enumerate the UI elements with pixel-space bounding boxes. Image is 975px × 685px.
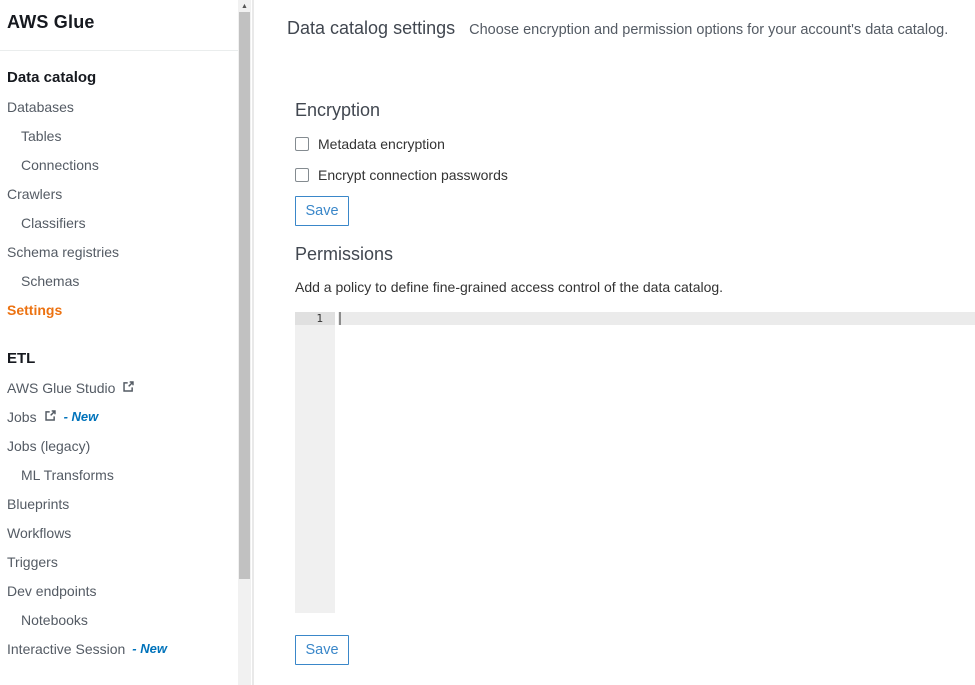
- sidebar-item-ml-transforms[interactable]: ML Transforms: [0, 460, 238, 489]
- sidebar-item-label: Jobs (legacy): [7, 438, 90, 454]
- sidebar-item-label: Connections: [21, 157, 99, 173]
- sidebar-item-label: Interactive Session: [7, 641, 125, 657]
- metadata-encryption-label: Metadata encryption: [318, 136, 445, 152]
- scrollbar-thumb[interactable]: [239, 12, 250, 579]
- app-title: AWS Glue: [7, 10, 238, 34]
- permissions-save-button[interactable]: Save: [295, 635, 349, 665]
- sidebar-item-notebooks[interactable]: Notebooks: [0, 605, 238, 634]
- sidebar-item-label: Schema registries: [7, 244, 119, 260]
- policy-code-editor: 1: [295, 312, 975, 613]
- sidebar-nav: Data catalog Databases Tables Connection…: [0, 63, 238, 663]
- sidebar-item-label: Classifiers: [21, 215, 86, 231]
- sidebar-item-dev-endpoints[interactable]: Dev endpoints: [0, 576, 238, 605]
- permissions-description: Add a policy to define fine-grained acce…: [295, 279, 975, 295]
- permissions-section: Permissions Add a policy to define fine-…: [254, 244, 975, 665]
- sidebar-item-label: Databases: [7, 99, 74, 115]
- sidebar-item-classifiers[interactable]: Classifiers: [0, 208, 238, 237]
- sidebar-item-label: Triggers: [7, 554, 58, 570]
- sidebar-item-triggers[interactable]: Triggers: [0, 547, 238, 576]
- page-subtitle: Choose encryption and permission options…: [469, 22, 948, 38]
- encrypt-passwords-checkbox[interactable]: [295, 168, 309, 182]
- editor-text-area[interactable]: [335, 312, 975, 613]
- page: AWS Glue Data catalog Databases Tables C…: [0, 0, 975, 685]
- sidebar-item-label: Schemas: [21, 273, 79, 289]
- page-header: Data catalog settings Choose encryption …: [254, 18, 975, 40]
- sidebar-divider: [0, 50, 238, 51]
- sidebar-scrollbar[interactable]: ▲: [238, 0, 251, 685]
- nav-section-header-etl: ETL: [0, 344, 238, 373]
- sidebar-item-connections[interactable]: Connections: [0, 150, 238, 179]
- editor-line-number-gutter: 1: [295, 312, 335, 613]
- sidebar-item-workflows[interactable]: Workflows: [0, 518, 238, 547]
- sidebar-item-label: ML Transforms: [21, 467, 114, 483]
- sidebar: AWS Glue Data catalog Databases Tables C…: [0, 0, 238, 685]
- encryption-save-button[interactable]: Save: [295, 196, 349, 226]
- permissions-heading: Permissions: [295, 244, 975, 264]
- editor-active-line-highlight: [338, 312, 975, 325]
- external-link-icon: [44, 409, 57, 422]
- new-badge: - New: [64, 409, 99, 424]
- sidebar-item-interactive-session[interactable]: Interactive Session - New: [0, 634, 238, 663]
- sidebar-item-crawlers[interactable]: Crawlers: [0, 179, 238, 208]
- main-content: Data catalog settings Choose encryption …: [254, 0, 975, 685]
- page-title: Data catalog settings: [287, 18, 455, 39]
- sidebar-item-schema-registries[interactable]: Schema registries: [0, 237, 238, 266]
- sidebar-item-label: Settings: [7, 302, 62, 318]
- sidebar-item-label: Dev endpoints: [7, 583, 97, 599]
- encryption-heading: Encryption: [295, 100, 975, 120]
- sidebar-item-tables[interactable]: Tables: [0, 121, 238, 150]
- sidebar-item-label: Tables: [21, 128, 61, 144]
- sidebar-item-label: Workflows: [7, 525, 71, 541]
- sidebar-item-label: Notebooks: [21, 612, 88, 628]
- sidebar-item-schemas[interactable]: Schemas: [0, 266, 238, 295]
- encrypt-passwords-label: Encrypt connection passwords: [318, 167, 508, 183]
- sidebar-item-jobs[interactable]: Jobs - New: [0, 402, 238, 431]
- scrollbar-up-arrow-icon[interactable]: ▲: [238, 0, 251, 12]
- metadata-encryption-checkbox[interactable]: [295, 137, 309, 151]
- sidebar-item-label: Jobs: [7, 409, 37, 425]
- nav-section-header-data-catalog: Data catalog: [0, 63, 238, 92]
- sidebar-item-label: Blueprints: [7, 496, 69, 512]
- sidebar-item-label: Crawlers: [7, 186, 62, 202]
- metadata-encryption-row: Metadata encryption: [295, 136, 975, 152]
- sidebar-item-databases[interactable]: Databases: [0, 92, 238, 121]
- editor-text-cursor: [339, 312, 341, 325]
- new-badge: - New: [132, 641, 167, 656]
- editor-line-number: 1: [295, 312, 335, 325]
- encryption-section: Encryption Metadata encryption Encrypt c…: [254, 100, 975, 226]
- encrypt-passwords-row: Encrypt connection passwords: [295, 167, 975, 183]
- sidebar-item-settings[interactable]: Settings: [0, 295, 238, 324]
- external-link-icon: [122, 380, 135, 393]
- sidebar-item-blueprints[interactable]: Blueprints: [0, 489, 238, 518]
- sidebar-item-label: AWS Glue Studio: [7, 380, 115, 396]
- sidebar-item-aws-glue-studio[interactable]: AWS Glue Studio: [0, 373, 238, 402]
- sidebar-item-jobs-legacy[interactable]: Jobs (legacy): [0, 431, 238, 460]
